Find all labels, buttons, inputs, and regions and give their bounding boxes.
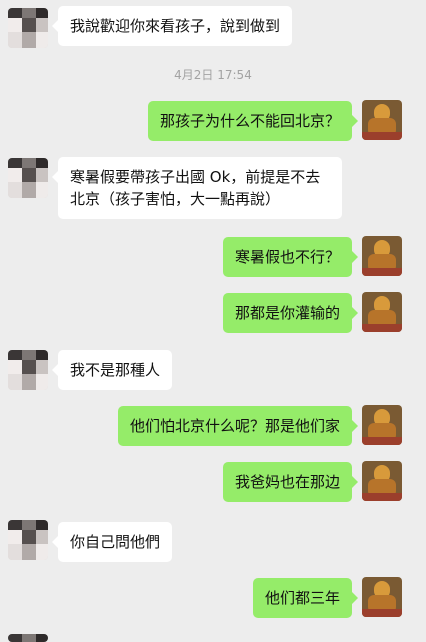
contact-avatar-icon[interactable] [8,8,48,48]
chat-thread[interactable]: 我說歡迎你來看孩子，說到做到 4月2日 17:54 那孩子为什么不能回北京？ 寒… [0,0,426,642]
message-bubble-outgoing[interactable]: 我爸妈也在那边 [222,462,359,502]
user-avatar-buddha-icon[interactable] [362,461,402,501]
contact-avatar-icon[interactable] [8,634,48,642]
message-bubble-outgoing[interactable]: 寒暑假也不行？ [222,237,359,277]
message-bubble-incoming[interactable]: 我說歡迎你來看孩子，說到做到 [51,6,293,46]
user-avatar-buddha-icon[interactable] [362,100,402,140]
contact-avatar-icon[interactable] [8,158,48,198]
contact-avatar-icon[interactable] [8,520,48,560]
user-avatar-buddha-icon[interactable] [362,405,402,445]
contact-avatar-icon[interactable] [8,350,48,390]
user-avatar-buddha-icon[interactable] [362,577,402,617]
message-bubble-incoming[interactable]: 我不是那種人 [51,350,173,390]
message-bubble-incoming[interactable]: 寒暑假要帶孩子出國 Ok，前提是不去北京（孩子害怕，大一點再說） [52,157,342,219]
user-avatar-buddha-icon[interactable] [362,292,402,332]
message-bubble-outgoing[interactable]: 他们都三年 [252,578,359,618]
message-bubble-outgoing[interactable]: 那孩子为什么不能回北京？ [147,101,359,141]
user-avatar-buddha-icon[interactable] [362,236,402,276]
message-bubble-outgoing[interactable]: 那都是你灌输的 [222,293,359,333]
message-bubble-outgoing[interactable]: 他们怕北京什么呢？那是他们家 [117,406,359,446]
message-bubble-incoming[interactable]: 你自己問他們 [51,522,173,562]
message-timestamp: 4月2日 17:54 [174,68,252,82]
